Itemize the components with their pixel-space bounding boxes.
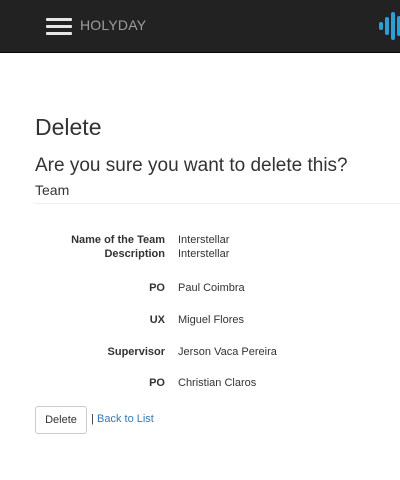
detail-label: Description [104,248,165,260]
detail-row: PO Paul Coimbra [35,281,400,295]
detail-row: Name of the Team Interstellar [35,233,400,247]
navbar: HOLYDAY [0,0,400,53]
back-to-list-link[interactable]: Back to List [97,413,154,425]
detail-value: Jerson Vaca Pereira [178,346,277,358]
divider [35,203,400,204]
detail-value: Paul Coimbra [178,282,245,294]
detail-row: Supervisor Jerson Vaca Pereira [35,345,400,359]
detail-row: Description Interstellar [35,247,400,261]
detail-label: PO [149,282,165,294]
entity-name: Team [35,182,70,198]
detail-label: PO [149,377,165,389]
detail-value: Miguel Flores [178,314,245,326]
link-separator: | [91,413,94,425]
detail-value: Interstellar [178,248,230,260]
detail-label: Name of the Team [71,234,165,246]
brand-link[interactable]: HOLYDAY [80,17,146,33]
detail-row: UX Miguel Flores [35,313,400,327]
hamburger-menu-icon[interactable] [46,18,72,36]
confirm-question: Are you sure you want to delete this? [35,155,348,176]
detail-value: Christian Claros [178,377,257,389]
detail-row: PO Christian Claros [35,376,400,390]
detail-label: UX [149,314,165,326]
page-title: Delete [35,114,102,140]
detail-value: Interstellar [178,234,230,246]
detail-label: Supervisor [107,346,165,358]
sound-wave-logo-icon [375,10,400,42]
delete-button[interactable]: Delete [35,406,87,434]
